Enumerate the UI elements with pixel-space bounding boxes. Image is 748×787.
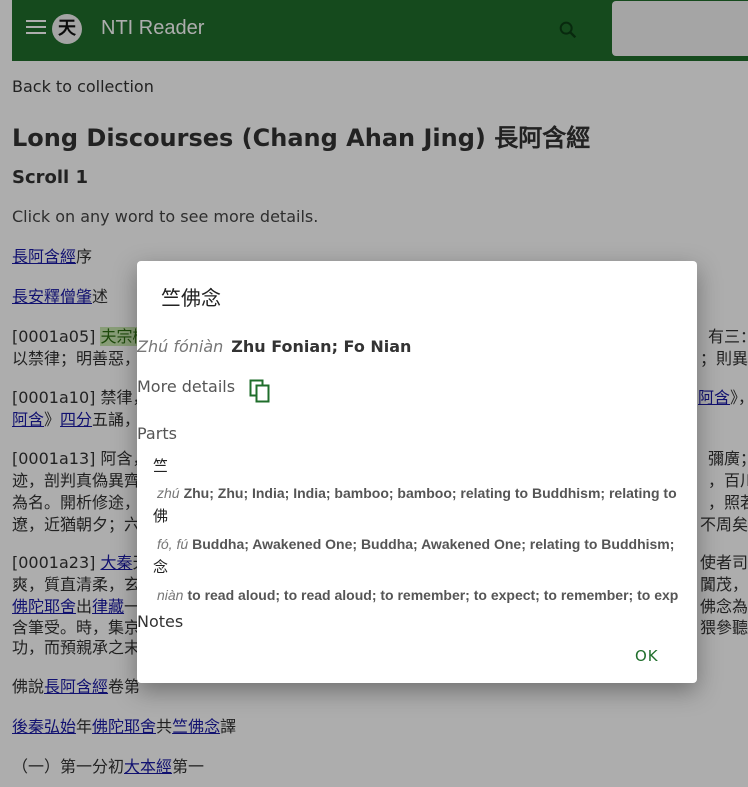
- part-definition: fó, fú Buddha; Awakened One; Buddha; Awak…: [157, 536, 674, 552]
- pinyin: Zhú fóniàn: [137, 337, 224, 356]
- part-character: 念: [153, 558, 169, 576]
- part-character: 竺: [153, 457, 169, 475]
- part-character: 佛: [153, 507, 169, 525]
- parts-label: Parts: [137, 424, 177, 443]
- part-pinyin: niàn: [157, 587, 184, 603]
- copy-icon[interactable]: [249, 379, 271, 403]
- part-pinyin: zhú: [157, 485, 180, 501]
- word-details-dialog: 竺佛念 Zhú fóniàn Zhu Fonian; Fo Nian More d…: [137, 261, 697, 683]
- part-definition: zhú Zhu; Zhu; India; India; bamboo; bambo…: [157, 485, 677, 501]
- part-gloss: Buddha; Awakened One; Buddha; Awakened O…: [192, 536, 675, 552]
- more-details-link[interactable]: More details: [137, 377, 235, 396]
- part-definition: niàn to read aloud; to read aloud; to rem…: [157, 587, 678, 603]
- english-gloss: Zhu Fonian; Fo Nian: [231, 337, 412, 356]
- part-pinyin: fó, fú: [157, 536, 189, 552]
- pinyin-english-row: Zhú fóniàn Zhu Fonian; Fo Nian: [137, 337, 411, 356]
- part-gloss: to read aloud; to read aloud; to remembe…: [187, 587, 679, 603]
- ok-button[interactable]: OK: [635, 647, 659, 665]
- notes-label: Notes: [137, 612, 184, 631]
- dialog-headword: 竺佛念: [161, 286, 221, 310]
- part-gloss: Zhu; Zhu; India; India; bamboo; bamboo; …: [183, 485, 677, 501]
